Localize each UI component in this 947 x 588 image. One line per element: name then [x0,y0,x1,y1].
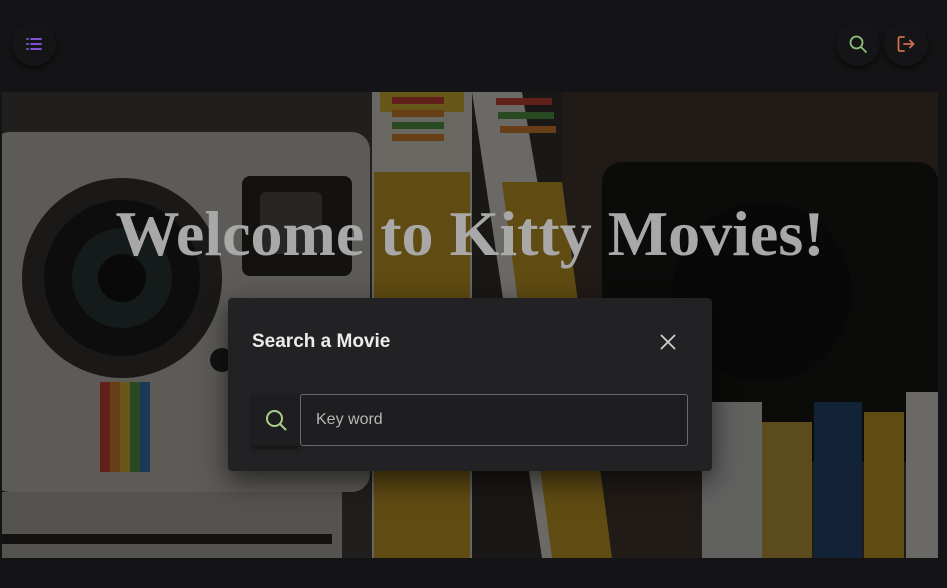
logout-icon [897,36,915,52]
hero-title: Welcome to Kitty Movies! [115,198,825,269]
menu-button[interactable] [12,22,56,66]
top-bar [0,0,947,92]
app-root: Welcome to Kitty Movies! Search a Movie [0,0,947,588]
header-search-button[interactable] [836,22,880,66]
list-menu-icon [26,38,42,50]
search-icon [849,35,867,53]
close-icon [660,334,676,350]
logout-button[interactable] [884,22,928,66]
search-field-group [252,394,688,446]
search-submit-button[interactable] [252,394,300,446]
search-icon [266,410,287,431]
search-modal: Search a Movie [228,298,712,471]
modal-title: Search a Movie [252,331,391,352]
search-input[interactable] [300,394,688,446]
page-footer-band [0,558,947,588]
close-button[interactable] [656,330,680,354]
